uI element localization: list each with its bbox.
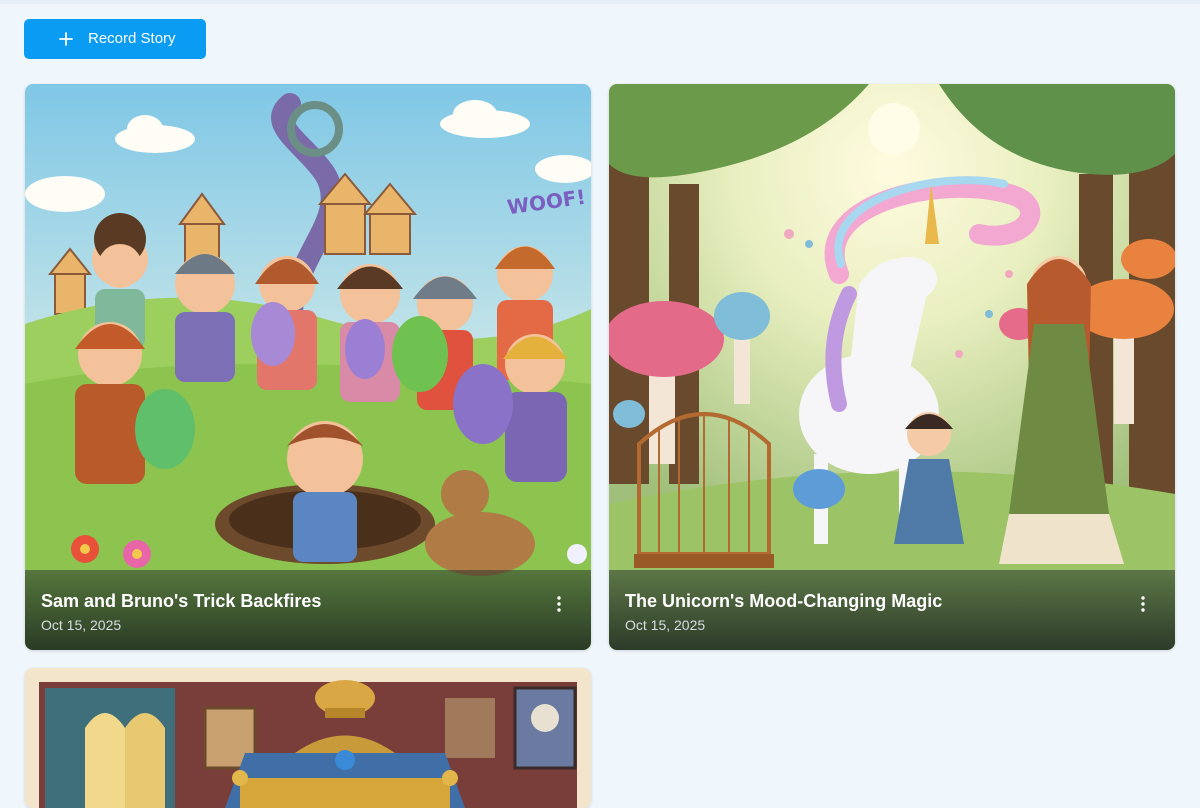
plus-icon xyxy=(59,32,73,46)
story-caption: Sam and Bruno's Trick Backfires Oct 15, … xyxy=(25,570,591,650)
story-card[interactable]: The Unicorn's Mood-Changing Magic Oct 15… xyxy=(609,84,1175,650)
story-illustration xyxy=(25,668,591,808)
story-illustration xyxy=(609,84,1175,650)
story-date: Oct 15, 2025 xyxy=(41,617,122,633)
story-date: Oct 15, 2025 xyxy=(625,617,706,633)
record-story-button[interactable]: Record Story xyxy=(24,19,206,59)
story-caption: The Unicorn's Mood-Changing Magic Oct 15… xyxy=(609,570,1175,650)
record-story-label: Record Story xyxy=(88,30,176,47)
more-vertical-icon[interactable] xyxy=(547,592,571,616)
story-card[interactable] xyxy=(25,668,591,808)
top-edge xyxy=(0,0,1200,4)
more-vertical-icon[interactable] xyxy=(1131,592,1155,616)
story-title: Sam and Bruno's Trick Backfires xyxy=(41,591,322,611)
story-illustration: WOOF! xyxy=(25,84,591,650)
story-title: The Unicorn's Mood-Changing Magic xyxy=(625,591,943,611)
story-card[interactable]: WOOF! Sam and Bruno's Trick Backfires Oc… xyxy=(25,84,591,650)
